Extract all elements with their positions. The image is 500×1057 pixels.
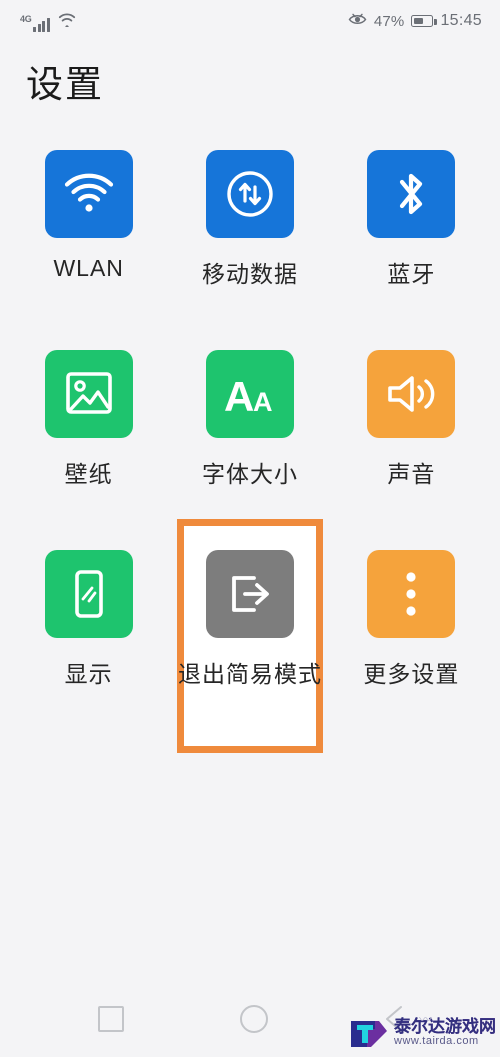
grid-item-label: 蓝牙: [387, 261, 436, 287]
grid-item-wlan[interactable]: WLAN: [8, 138, 169, 338]
watermark-url: www.tairda.com: [394, 1035, 479, 1048]
tile-wlan[interactable]: [44, 150, 133, 238]
tile-font-size[interactable]: A A: [205, 350, 294, 438]
status-bar-left: 4G: [20, 11, 77, 32]
battery-icon: [411, 15, 437, 27]
wifi-icon: [64, 173, 113, 212]
grid-item-label: 显示: [64, 661, 113, 687]
page-title: 设置: [26, 64, 104, 105]
watermark-squiggle-icon: 〰: [418, 1012, 432, 1027]
home-icon[interactable]: [240, 1005, 268, 1033]
more-dots-icon: [406, 572, 416, 616]
settings-grid: WLAN 移动数据 蓝牙 壁纸 A A 字体大小 声音 显示 退出简易模式 更多…: [0, 120, 500, 981]
phone-screen: 4G 47% 15:45 设置 WLAN 移动数据 蓝牙 壁纸 A A 字体大小…: [0, 0, 500, 1057]
display-icon: [74, 570, 103, 618]
tile-wallpaper[interactable]: [44, 350, 133, 438]
mobile-data-icon: [227, 171, 273, 217]
recent-apps-icon[interactable]: [98, 1006, 124, 1032]
grid-item-label: 字体大小: [201, 461, 298, 487]
svg-text:A: A: [224, 373, 254, 419]
eye-comfort-icon: [348, 12, 367, 31]
tile-exit-simple-mode[interactable]: [205, 550, 294, 638]
battery-percent-label: 47%: [373, 12, 405, 30]
signal-bars-icon: 4G: [20, 13, 50, 32]
status-bar: 4G 47% 15:45: [0, 0, 500, 42]
title-bar: 设置: [0, 42, 500, 120]
grid-item-exit-simple-mode[interactable]: 退出简易模式: [169, 519, 330, 753]
wifi-icon: [57, 11, 77, 32]
watermark-logo-icon: [351, 1021, 387, 1047]
wallpaper-icon: [65, 372, 112, 414]
grid-item-label: 更多设置: [363, 661, 460, 687]
status-bar-right: 47% 15:45: [348, 12, 482, 31]
grid-item-label: WLAN: [53, 255, 124, 281]
tile-sound[interactable]: [367, 350, 456, 438]
tile-mobile-data[interactable]: [205, 150, 294, 238]
grid-item-more-settings[interactable]: 更多设置: [331, 538, 492, 738]
watermark: 〰 泰尔达游戏网 www.tairda.com: [349, 1012, 496, 1051]
clock-label: 15:45: [440, 12, 482, 29]
tile-bluetooth[interactable]: [367, 150, 456, 238]
grid-item-wallpaper[interactable]: 壁纸: [8, 338, 169, 538]
watermark-text: 泰尔达游戏网 www.tairda.com: [394, 1018, 496, 1047]
watermark-site-name: 泰尔达游戏网: [394, 1017, 496, 1037]
grid-item-label: 移动数据: [201, 261, 298, 287]
grid-item-mobile-data[interactable]: 移动数据: [169, 138, 330, 338]
grid-item-label: 退出简易模式: [177, 661, 322, 687]
speaker-icon: [388, 376, 435, 412]
tile-more-settings[interactable]: [367, 550, 456, 638]
grid-item-label: 声音: [387, 461, 436, 487]
exit-icon: [232, 576, 269, 612]
back-icon[interactable]: [384, 1005, 402, 1033]
svg-text:A: A: [253, 387, 273, 417]
tile-display[interactable]: [44, 550, 133, 638]
navigation-bar: 〰 泰尔达游戏网 www.tairda.com: [0, 981, 500, 1057]
bluetooth-icon: [400, 173, 423, 215]
signal-strength-bars: [33, 17, 50, 32]
grid-item-font-size[interactable]: A A 字体大小: [169, 338, 330, 538]
grid-item-bluetooth[interactable]: 蓝牙: [331, 138, 492, 338]
network-type-label: 4G: [20, 13, 32, 24]
font-size-icon: A A: [224, 373, 273, 419]
grid-item-label: 壁纸: [64, 461, 113, 487]
grid-item-display[interactable]: 显示: [8, 538, 169, 738]
grid-item-sound[interactable]: 声音: [331, 338, 492, 538]
